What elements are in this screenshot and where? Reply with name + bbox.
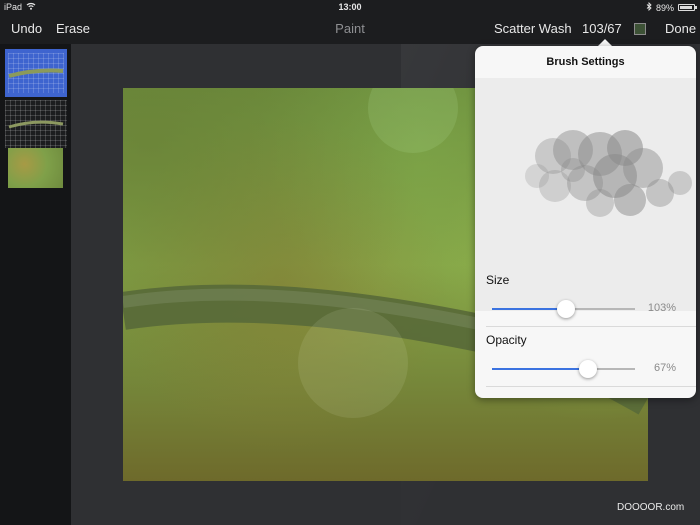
brush-type-button[interactable]: Scatter Wash [494, 21, 572, 36]
branch-stroke-icon [8, 68, 64, 78]
size-slider[interactable] [492, 300, 635, 318]
layer-thumbnail-3[interactable] [8, 148, 63, 188]
opacity-slider-knob[interactable] [578, 360, 597, 378]
opacity-slider[interactable] [492, 360, 635, 378]
size-label: Size [486, 273, 510, 287]
divider [486, 386, 696, 387]
opacity-slider-fill [492, 368, 588, 370]
divider [486, 326, 696, 327]
layers-sidebar [0, 44, 71, 525]
status-bar: iPad 13:00 89% [0, 0, 700, 14]
size-slider-knob[interactable] [556, 300, 575, 318]
size-value: 103% [647, 302, 676, 314]
color-swatch-button[interactable] [634, 23, 646, 35]
size-slider-fill [492, 308, 566, 310]
bluetooth-icon [646, 1, 652, 13]
battery-icon [678, 4, 697, 11]
popover-title: Brush Settings [546, 56, 625, 68]
opacity-label: Opacity [486, 333, 527, 347]
layer-thumbnail-1[interactable] [5, 49, 67, 97]
brush-values-button[interactable]: 103/67 [582, 21, 622, 36]
brush-settings-popover: Brush Settings Size 103% Opacity 67% [475, 46, 696, 398]
branch-stroke-icon [8, 120, 64, 129]
battery-percent: 89% [655, 2, 674, 13]
battery-level [680, 6, 692, 9]
opacity-value: 67% [653, 362, 676, 374]
layer-thumbnail-2[interactable] [5, 100, 67, 148]
toolbar: Undo Erase Paint Scatter Wash 103/67 Don… [0, 14, 700, 44]
done-button[interactable]: Done [665, 21, 696, 36]
status-time: 13:00 [338, 2, 362, 12]
watermark: DOOOOR.com [617, 502, 685, 513]
